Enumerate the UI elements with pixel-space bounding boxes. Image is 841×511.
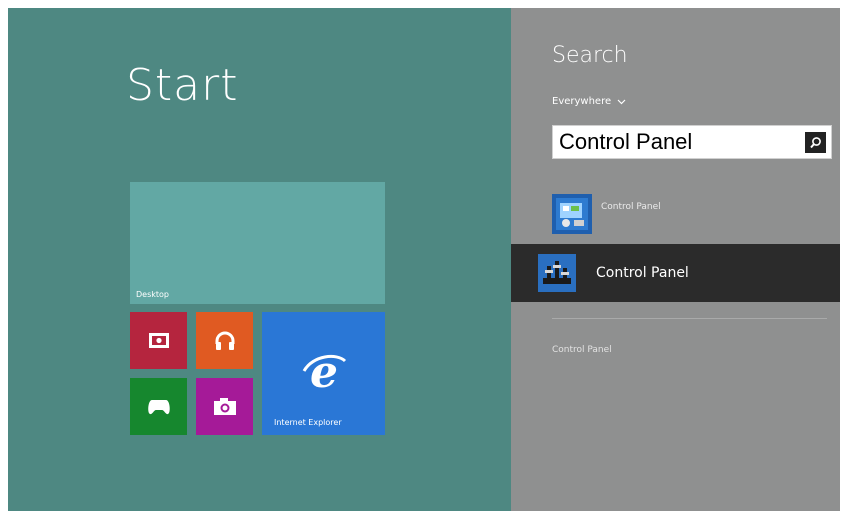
screen: Start Desktop e Internet Explorer Search… xyxy=(8,8,840,511)
search-charm-pane: Search Everywhere Control Panel Control … xyxy=(511,8,840,511)
search-pane-title: Search xyxy=(552,43,628,68)
internet-explorer-tile[interactable]: e Internet Explorer xyxy=(262,312,385,435)
desktop-tile[interactable]: Desktop xyxy=(130,182,385,304)
music-tile[interactable] xyxy=(196,312,253,369)
search-scope-dropdown[interactable]: Everywhere xyxy=(552,96,626,107)
internet-explorer-tile-label: Internet Explorer xyxy=(274,418,342,427)
camera-icon xyxy=(213,397,236,415)
search-scope-label: Everywhere xyxy=(552,96,612,107)
games-tile[interactable] xyxy=(130,378,187,435)
start-screen: Start Desktop e Internet Explorer xyxy=(8,8,511,511)
settings-category-link[interactable]: Control Panel xyxy=(552,345,612,355)
video-tile[interactable] xyxy=(130,312,187,369)
results-divider xyxy=(552,318,827,319)
search-result-label: Control Panel xyxy=(596,265,689,281)
internet-explorer-icon: e xyxy=(302,349,346,398)
search-button[interactable] xyxy=(805,132,826,153)
control-panel-icon xyxy=(552,194,592,234)
headphones-icon xyxy=(215,331,234,350)
search-input[interactable] xyxy=(559,128,789,156)
control-panel-icon xyxy=(538,254,576,292)
search-box xyxy=(552,125,832,159)
desktop-tile-label: Desktop xyxy=(136,290,169,299)
start-title: Start xyxy=(126,60,239,111)
search-result-control-panel-selected[interactable]: Control Panel xyxy=(511,244,840,302)
chevron-down-icon xyxy=(617,99,626,104)
search-result-control-panel-desktop[interactable]: Control Panel xyxy=(552,194,837,234)
gamepad-icon xyxy=(147,399,170,414)
search-result-label: Control Panel xyxy=(601,202,661,212)
camera-tile[interactable] xyxy=(196,378,253,435)
search-icon xyxy=(810,137,821,149)
video-icon xyxy=(148,332,169,348)
